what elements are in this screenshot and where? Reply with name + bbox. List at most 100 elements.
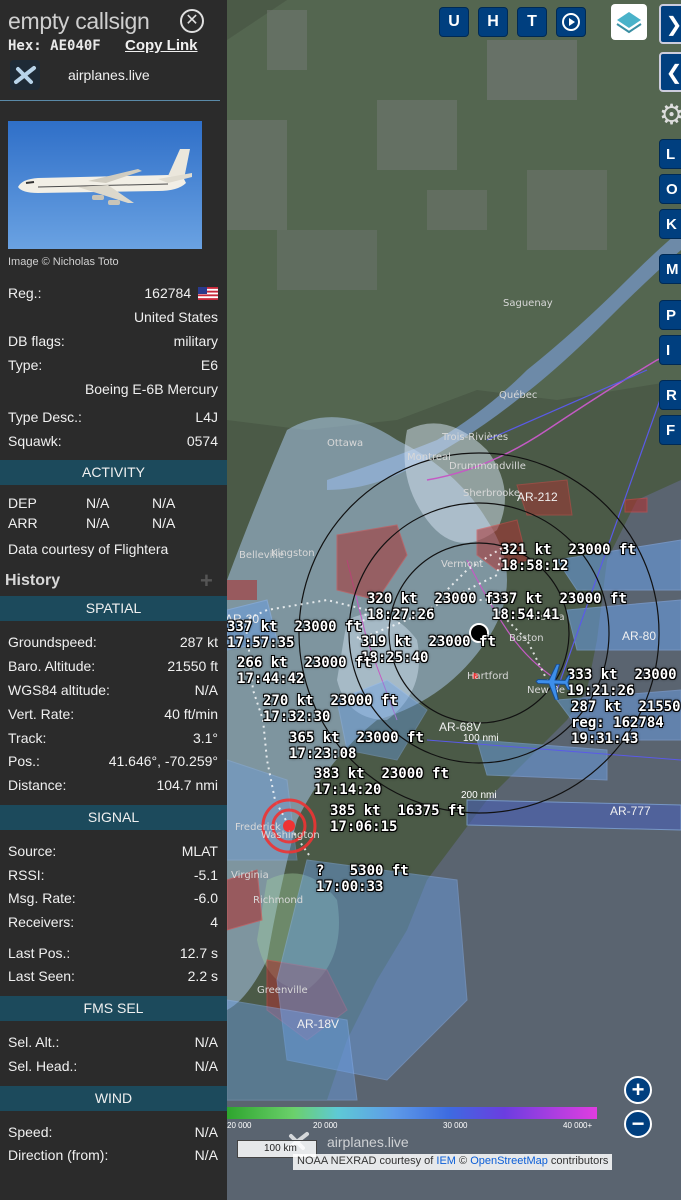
zoom-in-button[interactable]: + — [624, 1076, 652, 1104]
track-label[interactable]: 320 kt 23000 ft 18:27:26 — [367, 591, 502, 623]
map-view[interactable]: Saguenay Québec Trois-Rivières Drummondv… — [227, 0, 681, 1200]
vert-rate-row: Vert. Rate: 40 ft/min — [8, 706, 218, 722]
track-label[interactable]: 266 kt 23000 ft 17:44:42 — [237, 655, 372, 687]
track-label[interactable]: 337 kt 23000 ft 18:54:41 — [492, 591, 627, 623]
side-button-l[interactable]: L — [659, 139, 681, 169]
history-plus-icon[interactable]: + — [200, 568, 213, 594]
track-label[interactable]: 333 kt 23000 ft 19:21:26 — [567, 667, 681, 699]
place-label: Drummondville — [449, 461, 526, 472]
signal-header: SIGNAL — [0, 805, 227, 830]
type-desc-row: Type Desc.: L4J — [8, 409, 218, 425]
history-label: History — [5, 572, 61, 589]
side-button-o[interactable]: O — [659, 174, 681, 204]
legend-tick: 20 000 — [227, 1121, 252, 1130]
reg-row: Reg.: 162784 — [8, 284, 218, 302]
baro-altitude-row: Baro. Altitude: 21550 ft — [8, 658, 218, 674]
history-bar[interactable]: History + — [0, 566, 227, 596]
last-pos-row: Last Pos.: 12.7 s — [8, 945, 218, 961]
collapse-left-button[interactable]: ❮ — [659, 52, 681, 92]
range-ring-label: 200 nmi — [461, 790, 497, 801]
t-button[interactable]: T — [517, 7, 547, 37]
layers-icon — [616, 12, 642, 34]
wind-speed-row: Speed: N/A — [8, 1124, 218, 1140]
spatial-header: SPATIAL — [0, 596, 227, 621]
place-label: Montreal — [407, 452, 451, 463]
receivers-row: Receivers: 4 — [8, 914, 218, 930]
close-icon: ✕ — [185, 12, 199, 29]
rssi-row: RSSI: -5.1 — [8, 867, 218, 883]
replay-icon — [562, 13, 580, 31]
track-label[interactable]: 385 kt 16375 ft 17:06:15 — [330, 803, 465, 835]
type-row: Type: E6 — [8, 357, 218, 373]
settings-gear-icon[interactable]: ⚙ — [659, 100, 681, 130]
place-label: Sherbrooke — [463, 488, 521, 499]
fms-sel-header: FMS SEL — [0, 996, 227, 1021]
track-label[interactable]: ? 5300 ft 17:00:33 — [316, 863, 409, 895]
activity-header: ACTIVITY — [0, 460, 227, 485]
place-label: Boston — [509, 633, 544, 644]
aircraft-info-panel: empty callsign ✕ Hex: AE040F Copy Link a… — [0, 0, 227, 1200]
dep-value: N/A — [86, 495, 110, 511]
side-button-f[interactable]: F — [659, 415, 681, 445]
range-ring-label: 100 nmi — [463, 733, 499, 744]
legend-tick: 20 000 — [313, 1121, 338, 1130]
airspace-label: AR-80 — [622, 629, 657, 643]
close-button[interactable]: ✕ — [180, 9, 204, 33]
callsign: empty callsign — [8, 8, 150, 34]
arr-value-2: N/A — [152, 515, 176, 531]
airspace-label: AR-777 — [610, 804, 651, 818]
track-label[interactable]: 270 kt 23000 ft 17:32:30 — [263, 693, 398, 725]
side-button-p[interactable]: P — [659, 300, 681, 330]
zoom-out-button[interactable]: − — [624, 1110, 652, 1138]
airspace-label: AR-68V — [439, 720, 482, 734]
map-watermark: airplanes.live — [327, 1134, 409, 1150]
altitude-legend: 20 000 20 000 30 000 40 000+ — [227, 1107, 597, 1130]
iem-link[interactable]: IEM — [436, 1155, 456, 1167]
side-button-i[interactable]: I — [659, 335, 681, 365]
side-button-r[interactable]: R — [659, 380, 681, 410]
aircraft-icon[interactable] — [533, 664, 573, 700]
track-label[interactable]: 383 kt 23000 ft 17:14:20 — [314, 766, 449, 798]
replay-button[interactable] — [556, 7, 586, 37]
side-button-m[interactable]: M — [659, 254, 681, 284]
us-flag-icon — [198, 287, 218, 300]
selected-aircraft-label[interactable]: 287 kt 21550 ft reg: 162784 19:31:43 — [571, 699, 681, 747]
copy-link-button[interactable]: Copy Link — [125, 37, 198, 54]
track-label[interactable]: 321 kt 23000 ft 18:58:12 — [501, 542, 636, 574]
place-label: Saguenay — [503, 298, 553, 309]
sel-head-row: Sel. Head.: N/A — [8, 1058, 218, 1074]
legend-tick: 30 000 — [443, 1121, 468, 1130]
photo-credit: Image © Nicholas Toto — [8, 256, 119, 268]
h-button[interactable]: H — [478, 7, 508, 37]
source-row: Source: MLAT — [8, 843, 218, 859]
divider — [0, 100, 220, 101]
side-button-k[interactable]: K — [659, 209, 681, 239]
place-label: Kingston — [271, 548, 315, 559]
u-button[interactable]: U — [439, 7, 469, 37]
sel-alt-row: Sel. Alt.: N/A — [8, 1034, 218, 1050]
map-attribution: NOAA NEXRAD courtesy of IEM © OpenStreet… — [293, 1154, 613, 1170]
layers-button[interactable] — [611, 4, 647, 40]
type-name-row: Boeing E-6B Mercury — [84, 381, 218, 397]
track-label[interactable]: 365 kt 23000 ft 17:23:08 — [289, 730, 424, 762]
db-flags-row: DB flags: military — [8, 333, 218, 349]
place-label: Washington — [261, 830, 320, 841]
airplanes-live-icon — [10, 60, 40, 90]
flightera-link[interactable]: Flightera — [114, 541, 168, 557]
dep-value-2: N/A — [152, 495, 176, 511]
place-label: Greenville — [257, 985, 308, 996]
place-label: Richmond — [253, 895, 304, 906]
source-name[interactable]: airplanes.live — [68, 67, 150, 83]
distance-row: Distance: 104.7 nmi — [8, 777, 218, 793]
osm-link[interactable]: OpenStreetMap — [470, 1155, 548, 1167]
dep-label: DEP — [8, 495, 37, 511]
groundspeed-row: Groundspeed: 287 kt — [8, 634, 218, 650]
place-label: Québec — [499, 390, 538, 401]
aircraft-photo[interactable] — [8, 121, 202, 249]
last-seen-row: Last Seen: 2.2 s — [8, 968, 218, 984]
data-courtesy: Data courtesy of Flightera — [8, 541, 169, 557]
track-label[interactable]: 319 kt 23000 ft 18:25:40 — [361, 634, 496, 666]
expand-right-button[interactable]: ❯ — [659, 4, 681, 44]
track-label[interactable]: 337 kt 23000 ft 17:57:35 — [227, 619, 362, 651]
airspace-label: AR-212 — [517, 490, 558, 504]
